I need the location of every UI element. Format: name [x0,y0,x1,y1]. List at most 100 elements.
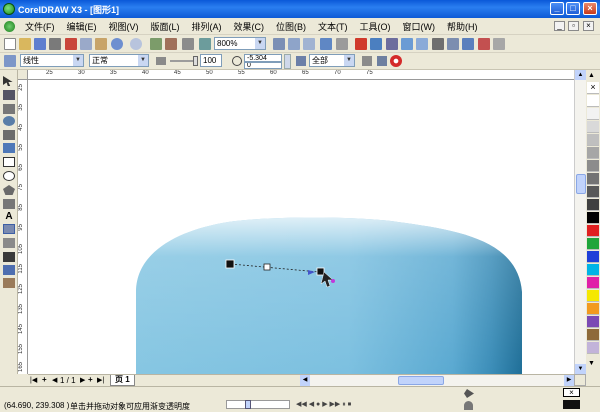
swatch-magenta[interactable] [587,277,599,289]
scroll-up-button[interactable]: ▲ [575,70,586,80]
swatch-black[interactable] [587,212,599,224]
menu-help[interactable]: 帮助(H) [441,20,484,33]
swatch-blue[interactable] [587,251,599,263]
horizontal-ruler[interactable]: 25 30 35 40 45 50 55 60 65 70 75 [28,70,576,80]
minimize-button[interactable]: _ [550,2,564,15]
import-icon[interactable] [150,38,162,50]
vertical-scrollbar[interactable]: ▲ ▼ [574,70,586,374]
trim-icon[interactable] [493,38,505,50]
midpoint-value-field[interactable]: 100 [200,54,222,67]
status-slider-handle[interactable] [245,400,251,409]
document-icon[interactable] [4,20,15,32]
swatch-cyan[interactable] [587,264,599,276]
crop-tool-icon[interactable] [3,104,15,114]
horizontal-scroll-thumb[interactable] [398,376,444,385]
palette-scroll-down-icon[interactable]: ▼ [588,360,595,367]
transparency-midpoint-handle[interactable] [263,263,271,271]
coreldraw-app-icon[interactable] [3,3,15,15]
swatch-gray-5[interactable] [587,108,599,120]
swatch-brown[interactable] [587,329,599,341]
status-slider[interactable] [226,400,290,409]
angle-field[interactable]: -5.304 [244,54,282,62]
shape-tool-icon[interactable] [3,90,15,100]
scroll-left-button[interactable]: ◀ [300,375,310,386]
swatch-yellow[interactable] [587,290,599,302]
transparency-end-handle[interactable] [316,267,325,276]
doc-close-button[interactable]: × [583,21,594,31]
ellipse-tool-icon[interactable] [3,171,15,181]
weld-icon[interactable] [462,38,474,50]
palette-scroll-up-icon[interactable]: ▲ [588,72,595,79]
zoom-tool-icon[interactable] [3,116,15,126]
ruler-origin[interactable] [18,70,28,80]
menu-bitmaps[interactable]: 位图(B) [270,20,312,33]
combine-icon[interactable] [386,38,398,50]
swatch-gray-40[interactable] [587,160,599,172]
clear-transparency-icon[interactable] [390,55,402,67]
swatch-green[interactable] [587,238,599,250]
paste-icon[interactable] [95,38,107,50]
corel-online-icon[interactable] [199,38,211,50]
polygon-tool-icon[interactable] [3,185,15,195]
outline-color-swatch[interactable] [563,400,580,409]
interactive-fill-tool-icon[interactable] [3,278,15,288]
smart-fill-tool-icon[interactable] [3,143,15,153]
swatch-purple[interactable] [587,316,599,328]
close-button[interactable]: × [583,2,597,15]
open-icon[interactable] [19,38,31,50]
swatch-white[interactable] [587,95,599,107]
transform-icon[interactable] [447,38,459,50]
swatch-gray-20[interactable] [587,134,599,146]
navigator-icon[interactable] [574,374,586,386]
menu-tools[interactable]: 工具(O) [354,20,397,33]
text-tool-icon[interactable]: A [3,212,15,222]
align-icon[interactable] [432,38,444,50]
transparency-type-select[interactable]: 线性 ▼ [20,54,84,67]
vertical-scroll-thumb[interactable] [576,174,586,194]
last-page-button[interactable]: ▶| [97,376,104,384]
new-document-icon[interactable] [4,38,16,50]
playback-controls[interactable]: ◀◀ ◀ ● ▶ ▶▶ ⏸ ⏹ [296,400,351,409]
swatch-gray-50[interactable] [587,173,599,185]
no-color-swatch[interactable]: × [587,82,599,94]
dynamic-guides-icon[interactable] [320,38,332,50]
freeze-icon[interactable] [362,56,372,66]
menu-text[interactable]: 文本(T) [312,20,354,33]
add-page-after-button[interactable]: + [88,375,93,384]
transparency-mode-select[interactable]: 正常 ▼ [89,54,149,67]
drawing-canvas[interactable] [28,80,576,374]
remove-icon[interactable] [355,38,367,50]
scroll-down-button[interactable]: ▼ [575,364,586,374]
angle-spinner[interactable] [284,54,291,69]
edge-pad-field[interactable]: 0 [244,62,282,69]
page-tab-1[interactable]: 页 1 [110,375,135,386]
redo-icon[interactable] [130,38,142,50]
pick-tool-icon[interactable] [3,76,13,86]
midpoint-slider-handle[interactable] [193,56,198,66]
vertical-ruler[interactable]: 25 35 45 55 65 75 85 95 105 115 125 135 … [18,80,28,374]
horizontal-scrollbar[interactable]: ◀ ▶ [300,375,574,386]
scroll-right-button[interactable]: ▶ [564,375,574,386]
maximize-button[interactable]: □ [566,2,580,15]
swatch-gray-70[interactable] [587,199,599,211]
copy-transparency-icon[interactable] [377,56,387,66]
menu-file[interactable]: 文件(F) [19,20,61,33]
menu-arrange[interactable]: 排列(A) [186,20,228,33]
swatch-orange[interactable] [587,303,599,315]
next-page-button[interactable]: ▶ [80,376,85,384]
swatch-gray-60[interactable] [587,186,599,198]
save-icon[interactable] [34,38,46,50]
previous-page-button[interactable]: ◀ [52,376,57,384]
freehand-tool-icon[interactable] [3,130,15,140]
menu-effects[interactable]: 效果(C) [228,20,271,33]
apply-target-select[interactable]: 全部 ▼ [309,54,355,67]
options-icon[interactable] [336,38,348,50]
intersect-icon[interactable] [478,38,490,50]
zoom-level-select[interactable]: 800% ▼ [214,37,266,50]
fill-tool-icon[interactable] [3,265,15,275]
edit-transparency-icon[interactable] [296,56,306,66]
application-launcher-icon[interactable] [182,38,194,50]
print-icon[interactable] [49,38,61,50]
copy-icon[interactable] [80,38,92,50]
doc-minimize-button[interactable]: _ [554,21,565,31]
